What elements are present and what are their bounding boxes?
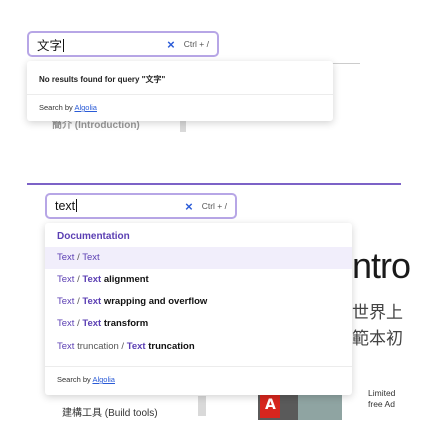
search-result-item[interactable]: Text / Text alignment — [45, 269, 352, 291]
clear-search-icon[interactable]: × — [185, 199, 193, 214]
search-input[interactable]: text × Ctrl + / — [45, 193, 237, 219]
page-heading-background: ntro — [352, 245, 411, 286]
sidebar-item-build-tools[interactable]: 建構工具 (Build tools) — [62, 404, 158, 419]
scrollbar-stub — [198, 396, 206, 416]
search-dropdown: Documentation Text / Text Text / Text al… — [45, 223, 352, 395]
search-query[interactable]: 文字 — [29, 35, 167, 54]
dropdown-divider — [45, 366, 352, 367]
search-input[interactable]: 文字 × Ctrl + / — [27, 31, 219, 57]
header-border-line — [330, 63, 360, 64]
clear-search-icon[interactable]: × — [167, 37, 175, 52]
keyboard-shortcut-hint: Ctrl + / — [183, 39, 209, 49]
page-text-background: 世界上 — [352, 303, 403, 322]
algolia-link[interactable]: Algolia — [92, 375, 115, 384]
search-dropdown: No results found for query "文字" Search b… — [27, 61, 333, 121]
results-section-title: Documentation — [57, 231, 130, 242]
algolia-link[interactable]: Algolia — [74, 103, 97, 112]
search-query[interactable]: text — [47, 199, 185, 213]
search-result-item[interactable]: Text / Text — [45, 247, 352, 269]
dropdown-divider — [27, 94, 333, 95]
ad-text[interactable]: Limited free Ad — [368, 388, 395, 410]
page-text-background: 範本初 — [352, 329, 403, 348]
search-footer: Search by Algolia — [57, 375, 115, 384]
no-results-message: No results found for query "文字" — [39, 75, 166, 84]
adobe-logo-icon — [260, 394, 280, 418]
ad-image[interactable] — [258, 392, 342, 420]
search-result-item[interactable]: Text / Text transform — [45, 313, 352, 335]
search-result-item[interactable]: Text / Text wrapping and overflow — [45, 291, 352, 313]
search-footer: Search by Algolia — [39, 103, 97, 112]
keyboard-shortcut-hint: Ctrl + / — [201, 201, 227, 211]
section-divider — [27, 183, 401, 185]
search-result-item[interactable]: Text truncation / Text truncation — [45, 336, 352, 358]
